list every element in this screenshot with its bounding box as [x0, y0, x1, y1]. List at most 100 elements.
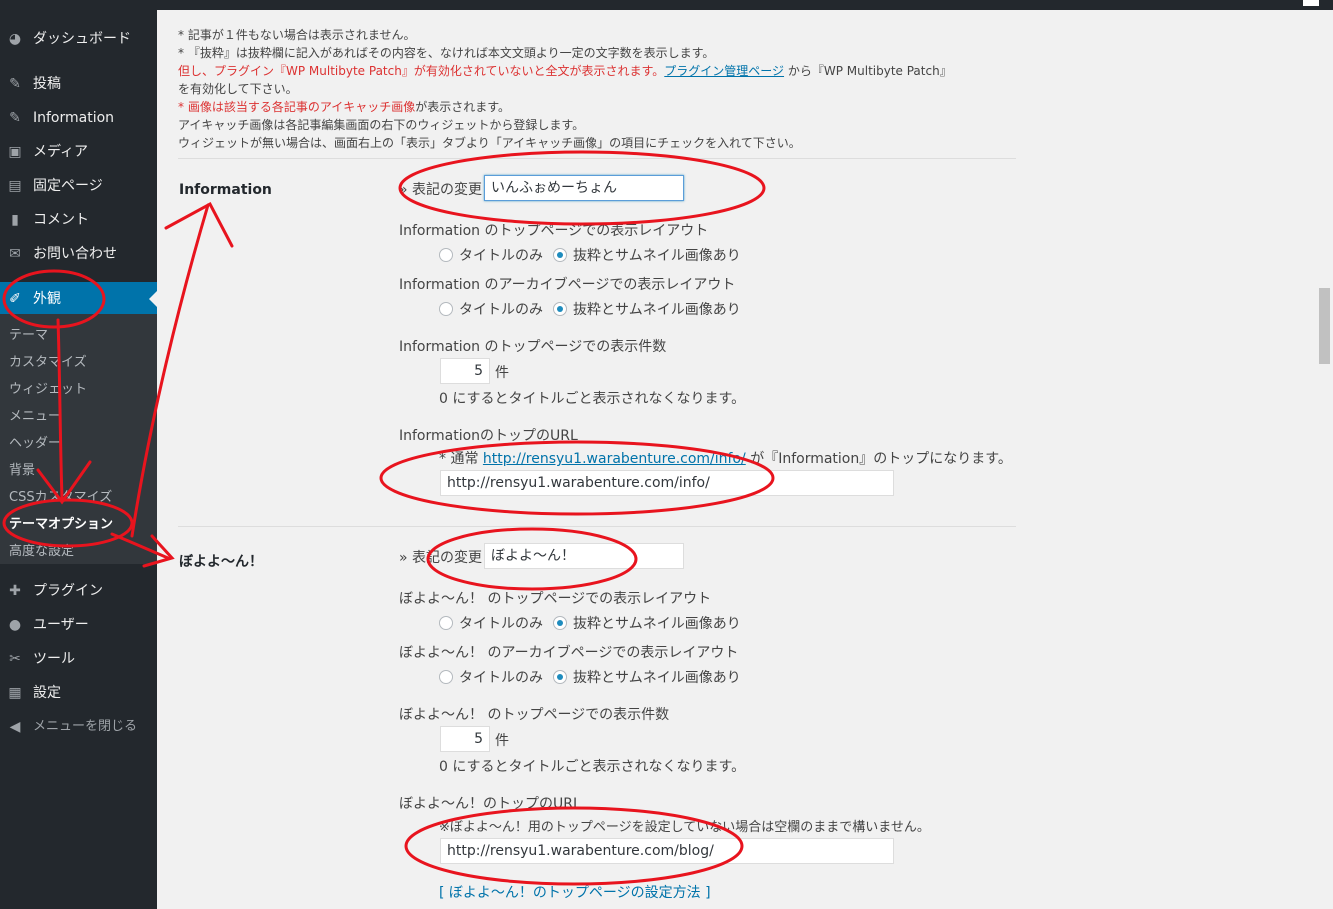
radio-title-only[interactable] — [439, 670, 453, 684]
pin-icon: ✎ — [9, 76, 21, 92]
radio-excerpt-thumbnail[interactable] — [553, 670, 567, 684]
warning-text: 但し、プラグイン『WP Multibyte Patch』が有効化されていないと全… — [178, 64, 665, 78]
radio-excerpt-thumbnail[interactable] — [553, 248, 567, 262]
radio-excerpt-thumbnail[interactable] — [553, 302, 567, 316]
url-label: ぼよよ〜ん！のトップのURL — [399, 796, 581, 812]
radio-label: 抜粋とサムネイル画像あり — [573, 302, 741, 318]
sidebar-item-tools[interactable]: ✂ ツール — [0, 642, 157, 676]
mail-icon: ✉ — [9, 246, 21, 262]
sidebar-item-dashboard[interactable]: ◕ ダッシュボード — [0, 22, 157, 56]
rename-label: » 表記の変更 — [399, 550, 483, 566]
count-unit: 件 — [495, 365, 509, 381]
note-line: * 記事が１件もない場合は表示されません。 — [178, 28, 416, 42]
sidebar-item-contact[interactable]: ✉ お問い合わせ — [0, 237, 157, 271]
annotation-arrow — [164, 201, 234, 248]
radio-title-only[interactable] — [439, 248, 453, 262]
sidebar-item-posts[interactable]: ✎ 投稿 — [0, 67, 157, 101]
radio-label: 抜粋とサムネイル画像あり — [573, 248, 741, 264]
sidebar-item-settings[interactable]: ▦ 設定 — [0, 676, 157, 710]
collapse-icon: ◀ — [9, 719, 21, 735]
rename-input-information[interactable]: いんふぉめーちょん — [484, 175, 684, 201]
active-arrow — [149, 291, 157, 307]
divider — [178, 158, 1016, 159]
appearance-submenu: テーマ カスタマイズ ウィジェット メニュー ヘッダー 背景 CSSカスタマイズ… — [0, 314, 157, 564]
sidebar-item-label: 外観 — [33, 291, 61, 307]
plugin-admin-link[interactable]: プラグイン管理ページ — [664, 64, 784, 78]
radio-label: タイトルのみ — [459, 670, 543, 686]
info-url-link[interactable]: http://rensyu1.warabenture.com/info/ — [483, 451, 746, 467]
collapse-menu-label: メニューを閉じる — [33, 719, 138, 734]
media-icon: ▣ — [8, 144, 22, 160]
url-input-information[interactable]: http://rensyu1.warabenture.com/info/ — [440, 470, 894, 496]
user-icon: ● — [8, 617, 22, 633]
radio-excerpt-thumbnail[interactable] — [553, 616, 567, 630]
top-layout-options: タイトルのみ 抜粋とサムネイル画像あり — [439, 245, 751, 265]
sidebar-item-label: ツール — [33, 651, 75, 667]
count-label: Information のトップページでの表示件数 — [399, 339, 667, 355]
settings-icon: ▦ — [8, 685, 22, 701]
radio-title-only[interactable] — [439, 616, 453, 630]
sidebar-item-label: コメント — [33, 212, 89, 228]
submenu-item-customize[interactable]: カスタマイズ — [9, 354, 87, 372]
count-description: 0 にするとタイトルごと表示されなくなります。 — [439, 759, 746, 775]
count-input-information[interactable]: 5 — [440, 358, 490, 384]
submenu-item-advanced[interactable]: 高度な設定 — [9, 543, 74, 561]
submenu-item-menus[interactable]: メニュー — [9, 408, 61, 426]
sidebar-item-label: ユーザー — [33, 617, 89, 633]
sidebar-item-label: メディア — [33, 144, 89, 160]
top-layout-label: Information のトップページでの表示レイアウト — [399, 223, 709, 239]
bracket: ] — [700, 885, 711, 901]
sidebar-item-label: 固定ページ — [33, 178, 103, 194]
count-description: 0 にするとタイトルごと表示されなくなります。 — [439, 391, 746, 407]
radio-label: 抜粋とサムネイル画像あり — [573, 616, 741, 632]
note-line: * 『抜粋』は抜粋欄に記入があればその内容を、なければ本文文頭より一定の文字数を… — [178, 46, 715, 60]
help-link[interactable]: ぼよよ〜ん！のトップページの設定方法 — [449, 885, 701, 901]
sidebar-item-label: プラグイン — [33, 583, 103, 599]
sidebar-item-plugins[interactable]: ✚ プラグイン — [0, 574, 157, 608]
sidebar-item-users[interactable]: ● ユーザー — [0, 608, 157, 642]
submenu-item-css-customize[interactable]: CSSカスタマイズ — [9, 489, 112, 507]
submenu-item-theme-options[interactable]: テーマオプション — [9, 516, 113, 534]
note-line: アイキャッチ画像は各記事編集画面の右下のウィジェットから登録します。 — [178, 118, 585, 132]
submenu-item-header[interactable]: ヘッダー — [9, 435, 61, 453]
warning-text: * 画像は該当する各記事のアイキャッチ画像 — [178, 100, 416, 114]
page-scrollbar[interactable] — [1316, 10, 1333, 909]
sidebar-lower: ✚ プラグイン ● ユーザー ✂ ツール ▦ 設定 ◀ メニューを閉じる — [0, 574, 157, 774]
submenu-item-themes[interactable]: テーマ — [9, 327, 48, 345]
url-note: * 通常 http://rensyu1.warabenture.com/info… — [439, 448, 1012, 468]
note-line: を有効化して下さい。 — [178, 82, 298, 96]
sidebar-item-comments[interactable]: ▮ コメント — [0, 203, 157, 237]
wrench-icon: ✂ — [9, 651, 21, 667]
bracket: [ — [439, 885, 449, 901]
plugin-icon: ✚ — [9, 583, 21, 599]
note-line: ウィジェットが無い場合は、画面右上の「表示」タブより「アイキャッチ画像」の項目に… — [178, 136, 801, 150]
sidebar-item-media[interactable]: ▣ メディア — [0, 135, 157, 169]
top-layout-options: タイトルのみ 抜粋とサムネイル画像あり — [439, 613, 751, 633]
archive-layout-options: タイトルのみ 抜粋とサムネイル画像あり — [439, 667, 751, 687]
collapse-menu-button[interactable]: ◀ メニューを閉じる — [0, 710, 157, 744]
count-unit: 件 — [495, 733, 509, 749]
url-input-blog[interactable]: http://rensyu1.warabenture.com/blog/ — [440, 838, 894, 864]
rename-input-blog[interactable]: ぼよよ〜ん！ — [484, 543, 684, 569]
count-input-blog[interactable]: 5 — [440, 726, 490, 752]
note-line: * 画像は該当する各記事のアイキャッチ画像が表示されます。 — [178, 98, 510, 116]
sidebar-item-information[interactable]: ✎ Information — [0, 101, 157, 135]
section-title-blog: ぼよよ〜ん！ — [179, 554, 263, 570]
page-icon: ▤ — [8, 178, 22, 194]
sidebar-item-label: Information — [33, 110, 115, 126]
url-label: InformationのトップのURL — [399, 428, 578, 444]
sidebar-item-pages[interactable]: ▤ 固定ページ — [0, 169, 157, 203]
pin-icon: ✎ — [9, 110, 21, 126]
radio-label: タイトルのみ — [459, 616, 543, 632]
dashboard-icon: ◕ — [8, 31, 22, 47]
sidebar-item-label: ダッシュボード — [33, 31, 131, 47]
note-text: が表示されます。 — [415, 100, 511, 114]
sidebar-item-appearance[interactable]: ✐ 外観 — [0, 282, 157, 316]
submenu-item-background[interactable]: 背景 — [9, 462, 35, 480]
help-link-row: [ ぼよよ〜ん！のトップページの設定方法 ] — [439, 882, 711, 902]
scrollbar-thumb[interactable] — [1319, 288, 1330, 364]
admin-bar — [0, 0, 1333, 10]
submenu-item-widgets[interactable]: ウィジェット — [9, 381, 87, 399]
radio-title-only[interactable] — [439, 302, 453, 316]
note-text: から『WP Multibyte Patch』 — [784, 64, 952, 78]
